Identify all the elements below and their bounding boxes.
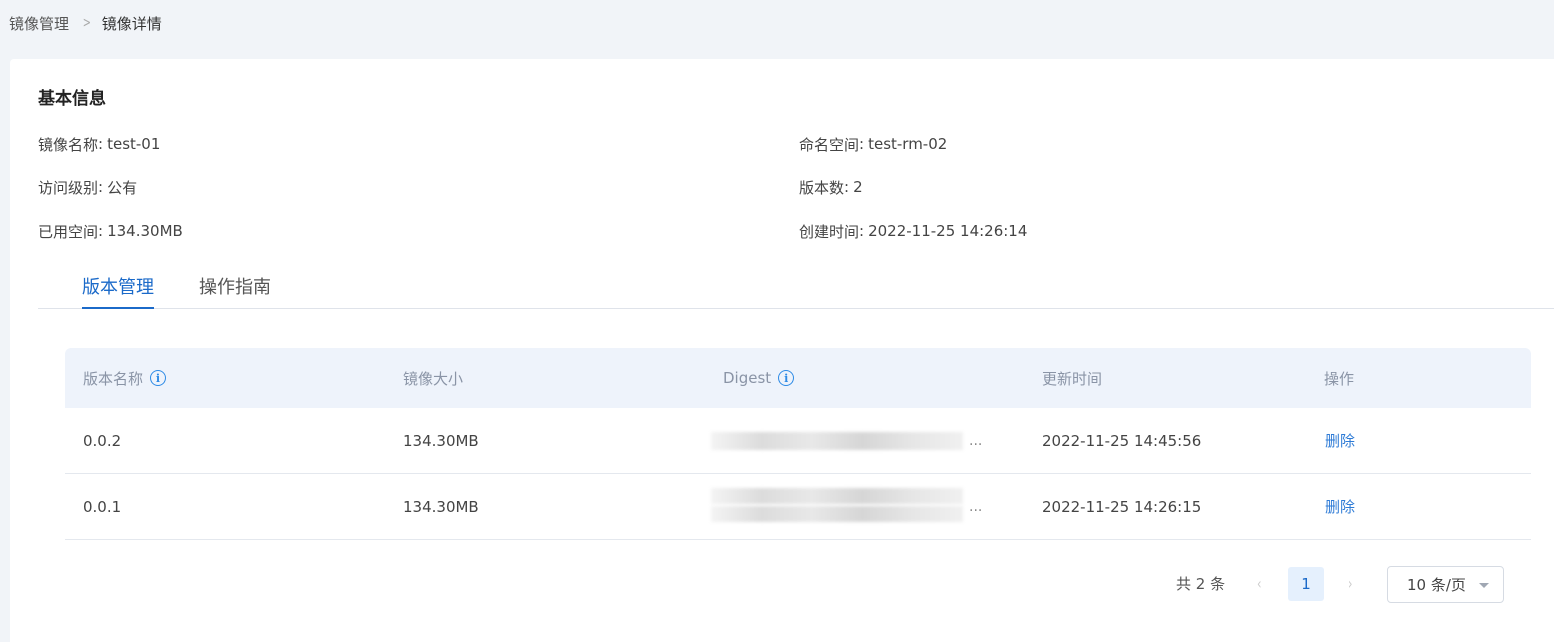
- cell-size: 134.30MB: [403, 431, 479, 450]
- info-value: 2022-11-25 14:26:14: [868, 222, 1028, 240]
- info-value: test-rm-02: [868, 135, 948, 153]
- cell-size: 134.30MB: [403, 497, 479, 516]
- info-used-space: 已用空间:134.30MB: [38, 221, 183, 241]
- breadcrumb-image-detail: 镜像详情: [101, 14, 162, 33]
- info-value: 134.30MB: [107, 222, 183, 240]
- column-header-label: Digest: [723, 369, 772, 387]
- pagination: 共 2 条 ‹ 1 › 10 条/页: [10, 565, 1554, 603]
- info-access-level: 访问级别: 公有: [38, 177, 137, 197]
- digest-redacted: [711, 506, 963, 522]
- table-row: 0.0.2 134.30MB ... 2022-11-25 14:45:56 删…: [65, 408, 1531, 474]
- info-value: 2: [853, 178, 863, 196]
- digest-redacted: [711, 432, 963, 450]
- info-created-time: 创建时间:2022-11-25 14:26:14: [799, 221, 1027, 241]
- table-header: 版本名称 i 镜像大小 Digest i 更新时间 操作: [65, 348, 1531, 408]
- info-colon: :: [98, 178, 104, 196]
- page-size-label: 10 条/页: [1407, 576, 1466, 594]
- cell-digest-ellipsis: ...: [969, 432, 983, 449]
- column-header-image-size: 镜像大小: [403, 348, 463, 408]
- chevron-left-icon[interactable]: ‹: [1257, 574, 1261, 593]
- pagination-total: 共 2 条: [1176, 575, 1226, 593]
- column-header-label: 更新时间: [1042, 369, 1103, 388]
- column-header-label: 镜像大小: [403, 369, 464, 388]
- column-header-updated-time: 更新时间: [1042, 348, 1102, 408]
- info-label: 已用空间: [38, 222, 99, 241]
- info-label: 版本数: [799, 178, 845, 197]
- info-colon: :: [98, 222, 104, 240]
- tab-bar: 版本管理 操作指南: [38, 267, 1554, 309]
- info-value: 公有: [107, 178, 138, 197]
- info-colon: :: [859, 135, 865, 153]
- info-image-name: 镜像名称: test-01: [38, 134, 160, 154]
- cell-version: 0.0.2: [83, 431, 122, 450]
- column-header-digest: Digest i: [723, 348, 795, 408]
- delete-button[interactable]: 删除: [1325, 408, 1355, 473]
- info-label: 访问级别: [38, 178, 99, 197]
- breadcrumb-image-management[interactable]: 镜像管理: [9, 13, 69, 34]
- column-header-actions: 操作: [1324, 348, 1354, 408]
- digest-redacted: [711, 488, 963, 504]
- column-header-version-name: 版本名称 i: [83, 348, 167, 408]
- section-title: 基本信息: [38, 89, 106, 109]
- breadcrumb: 镜像管理 > 镜像详情: [9, 13, 162, 33]
- info-value: test-01: [107, 135, 161, 153]
- page-size-select[interactable]: 10 条/页: [1387, 566, 1504, 603]
- info-namespace: 命名空间: test-rm-02: [799, 134, 947, 154]
- info-version-count: 版本数:2: [799, 177, 863, 197]
- tab-operation-guide[interactable]: 操作指南: [199, 273, 271, 309]
- caret-down-icon: [1479, 583, 1489, 588]
- info-colon: :: [844, 178, 850, 196]
- info-label: 创建时间: [799, 222, 860, 241]
- delete-button[interactable]: 删除: [1325, 474, 1355, 539]
- info-icon[interactable]: i: [150, 370, 167, 386]
- info-label: 镜像名称: [38, 135, 99, 154]
- tab-version-management[interactable]: 版本管理: [82, 273, 154, 309]
- chevron-right-icon: >: [82, 15, 91, 31]
- cell-digest-ellipsis: ...: [969, 498, 983, 515]
- detail-card: 基本信息 镜像名称: test-01 命名空间: test-rm-02 访问级别: 公…: [10, 59, 1554, 642]
- page-button[interactable]: 1: [1288, 567, 1324, 601]
- info-label: 命名空间: [799, 135, 860, 154]
- info-icon[interactable]: i: [778, 370, 795, 386]
- table-row: 0.0.1 134.30MB ... 2022-11-25 14:26:15 删…: [65, 474, 1531, 540]
- info-colon: :: [98, 135, 104, 153]
- chevron-right-icon[interactable]: ›: [1348, 574, 1352, 593]
- cell-updated-time: 2022-11-25 14:45:56: [1042, 431, 1202, 450]
- info-colon: :: [859, 222, 865, 240]
- column-header-label: 版本名称: [83, 369, 144, 388]
- cell-updated-time: 2022-11-25 14:26:15: [1042, 497, 1202, 516]
- version-table: 版本名称 i 镜像大小 Digest i 更新时间 操作 0.0.2 134.3…: [65, 348, 1531, 540]
- cell-version: 0.0.1: [83, 497, 122, 516]
- column-header-label: 操作: [1324, 369, 1355, 388]
